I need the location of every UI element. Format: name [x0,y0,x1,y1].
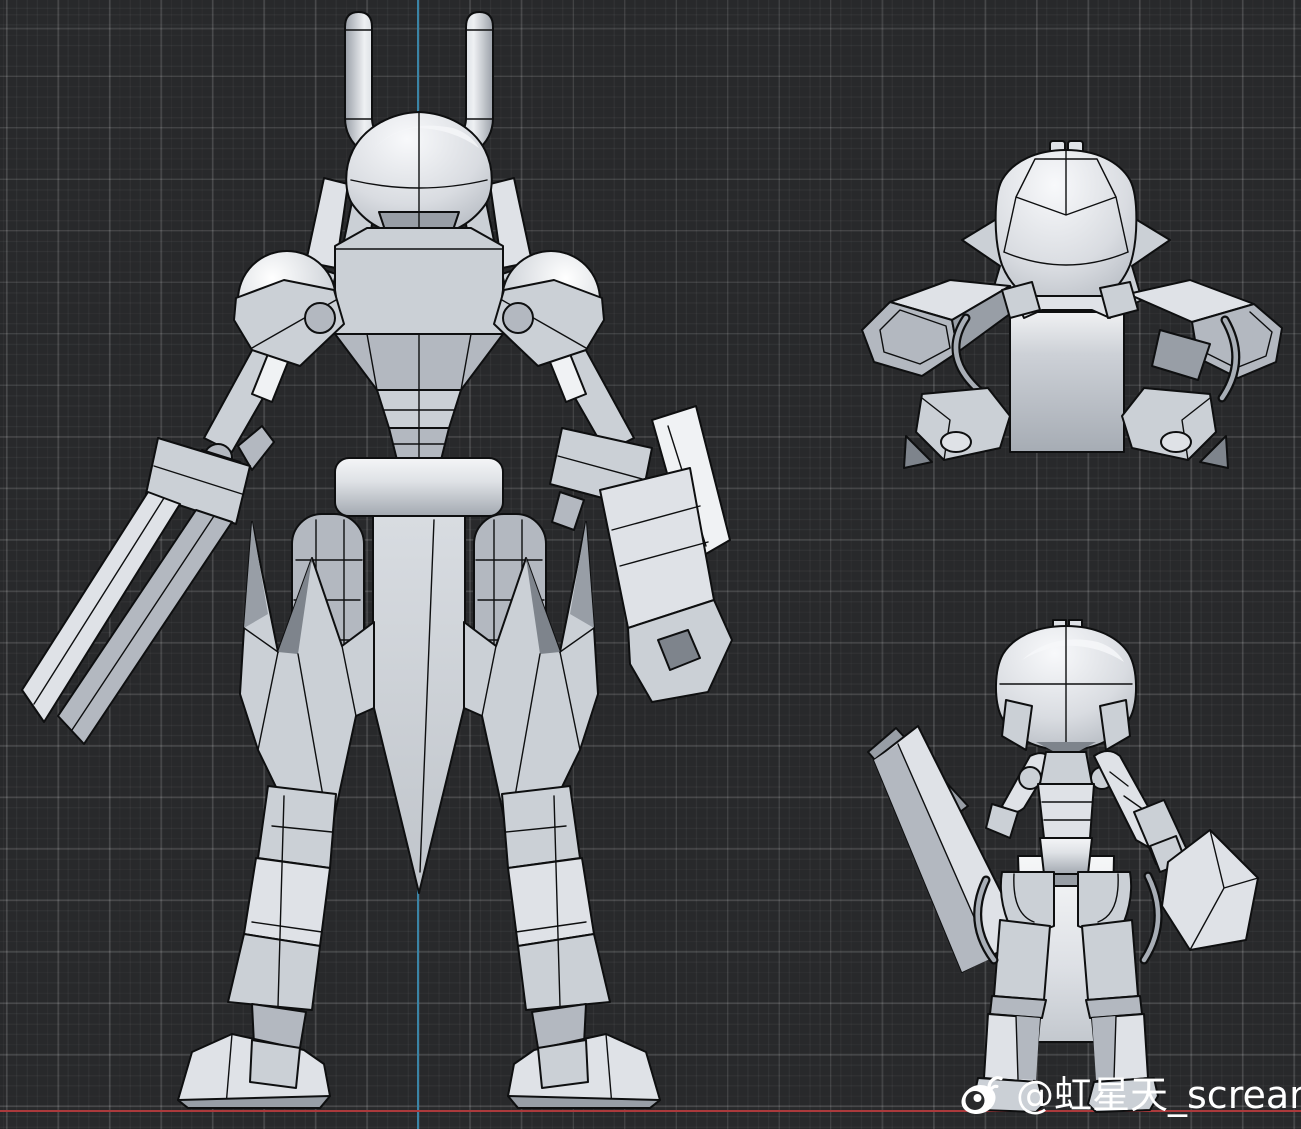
top-view-model[interactable] [862,141,1282,468]
weibo-icon [958,1072,1008,1118]
model-scene [0,0,1301,1129]
front-view-model[interactable] [22,12,732,1108]
front-helmet[interactable] [346,112,492,236]
viewport-canvas[interactable]: @虹星天_scream [0,0,1301,1129]
front-fork-blade-weapon[interactable] [22,426,274,744]
back-helmet [996,620,1136,758]
back-view-model[interactable] [868,620,1258,1112]
top-chest-plate [1010,312,1124,452]
top-hammer-right [1100,280,1282,380]
front-belt[interactable] [335,458,503,516]
front-chest-armor[interactable] [335,228,503,460]
front-loincloth[interactable] [373,516,465,893]
watermark: @虹星天_scream [958,1072,1301,1118]
watermark-text: @虹星天_scream [1016,1076,1301,1114]
